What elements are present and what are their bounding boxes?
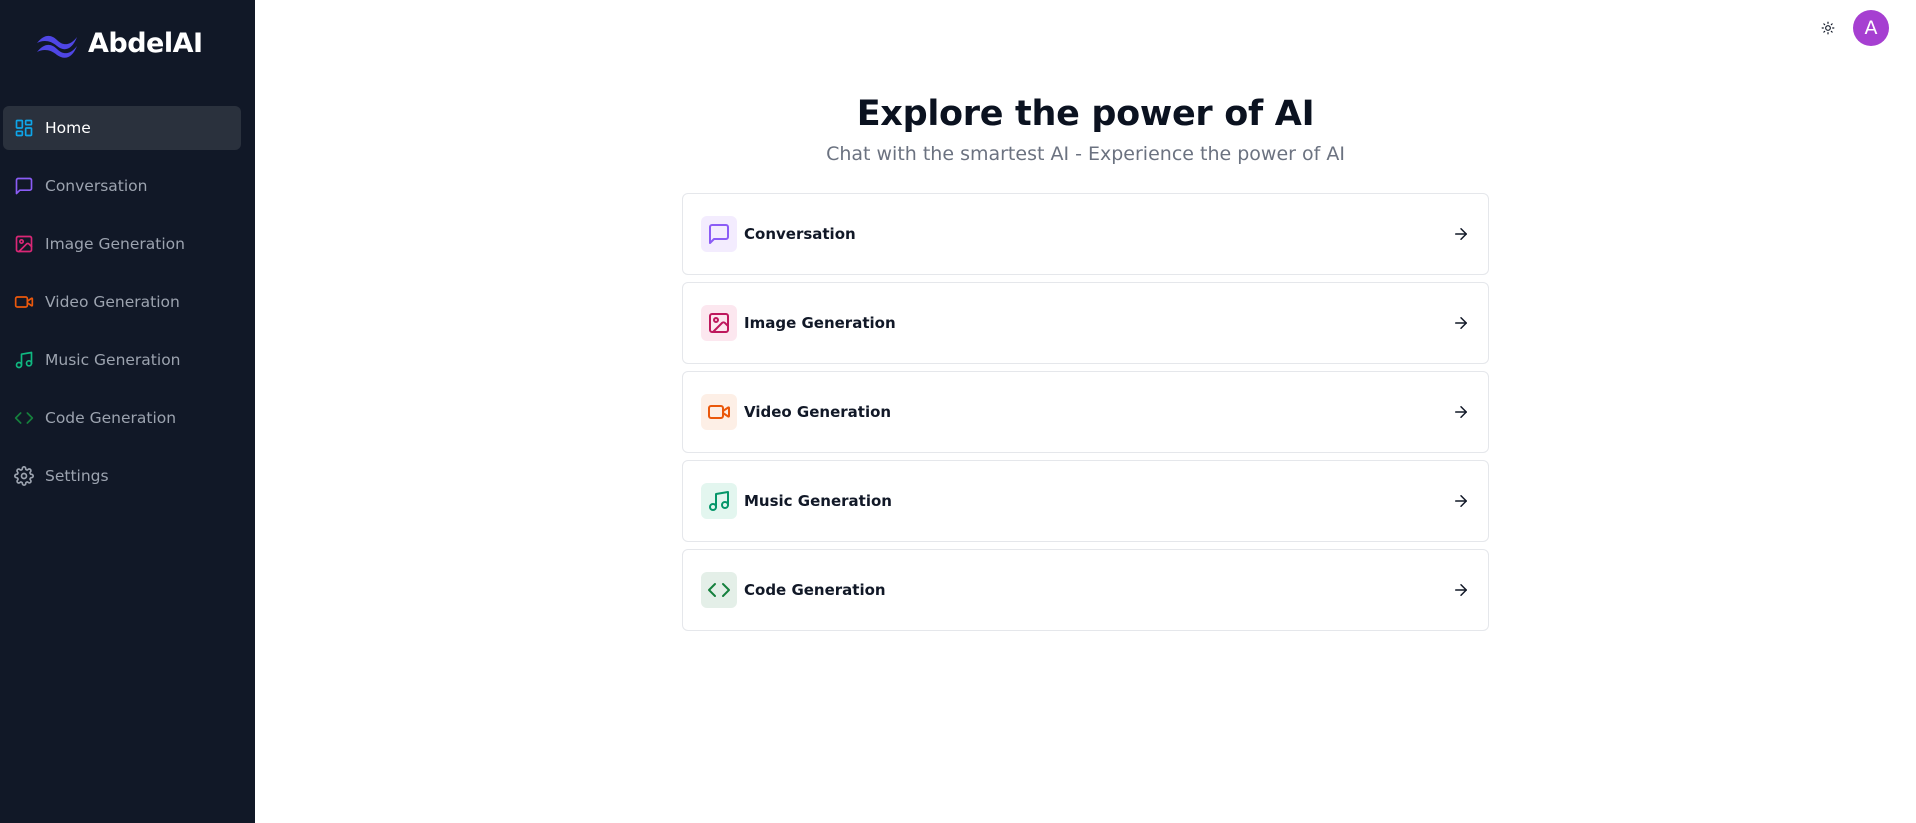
message-square-icon	[701, 216, 737, 252]
avatar-initial: A	[1864, 17, 1878, 39]
music-icon	[14, 350, 34, 370]
video-icon	[701, 394, 737, 430]
sidebar-item-code-generation[interactable]: Code Generation	[3, 396, 241, 440]
tool-card-image-generation[interactable]: Image Generation	[682, 282, 1489, 364]
tool-card-code-generation[interactable]: Code Generation	[682, 549, 1489, 631]
tool-card-label: Code Generation	[744, 581, 886, 599]
arrow-right-icon	[1452, 492, 1470, 510]
sidebar-item-label: Conversation	[45, 177, 148, 195]
arrow-right-icon	[1452, 581, 1470, 599]
tool-card-music-generation[interactable]: Music Generation	[682, 460, 1489, 542]
message-square-icon	[14, 176, 34, 196]
sidebar-item-settings[interactable]: Settings	[3, 454, 241, 498]
sidebar-item-video-generation[interactable]: Video Generation	[3, 280, 241, 324]
tools-list: Conversation Image Generation Video Gene…	[682, 193, 1489, 638]
layout-dashboard-icon	[14, 118, 34, 138]
tool-card-conversation[interactable]: Conversation	[682, 193, 1489, 275]
sidebar-item-music-generation[interactable]: Music Generation	[3, 338, 241, 382]
sidebar: AbdelAI Home Conversation Image Generati…	[0, 0, 255, 823]
page-title: Explore the power of AI	[856, 94, 1315, 134]
theme-toggle-button[interactable]	[1818, 18, 1838, 38]
sidebar-item-label: Music Generation	[45, 351, 181, 369]
tool-card-label: Music Generation	[744, 492, 892, 510]
sidebar-item-label: Video Generation	[45, 293, 180, 311]
tool-card-label: Conversation	[744, 225, 856, 243]
video-icon	[14, 292, 34, 312]
arrow-right-icon	[1452, 314, 1470, 332]
tool-card-label: Video Generation	[744, 403, 892, 421]
sidebar-item-conversation[interactable]: Conversation	[3, 164, 241, 208]
music-icon	[701, 483, 737, 519]
code-icon	[14, 408, 34, 428]
sun-icon	[1821, 21, 1835, 35]
sidebar-item-home[interactable]: Home	[3, 106, 241, 150]
arrow-right-icon	[1452, 403, 1470, 421]
tool-card-video-generation[interactable]: Video Generation	[682, 371, 1489, 453]
image-icon	[701, 305, 737, 341]
settings-icon	[14, 466, 34, 486]
arrow-right-icon	[1452, 225, 1470, 243]
page-subtitle: Chat with the smartest AI - Experience t…	[826, 143, 1345, 165]
sidebar-item-image-generation[interactable]: Image Generation	[3, 222, 241, 266]
logo-icon	[37, 35, 77, 58]
brand-name: AbdelAI	[88, 27, 203, 59]
sidebar-nav: Home Conversation Image Generation Video…	[3, 106, 241, 512]
sidebar-item-label: Home	[45, 119, 91, 137]
code-icon	[701, 572, 737, 608]
avatar[interactable]: A	[1853, 10, 1889, 46]
sidebar-item-label: Code Generation	[45, 409, 177, 427]
tool-card-label: Image Generation	[744, 314, 896, 332]
sidebar-item-label: Settings	[45, 467, 109, 485]
brand-logo[interactable]: AbdelAI	[34, 24, 203, 62]
image-icon	[14, 234, 34, 254]
sidebar-item-label: Image Generation	[45, 235, 185, 253]
